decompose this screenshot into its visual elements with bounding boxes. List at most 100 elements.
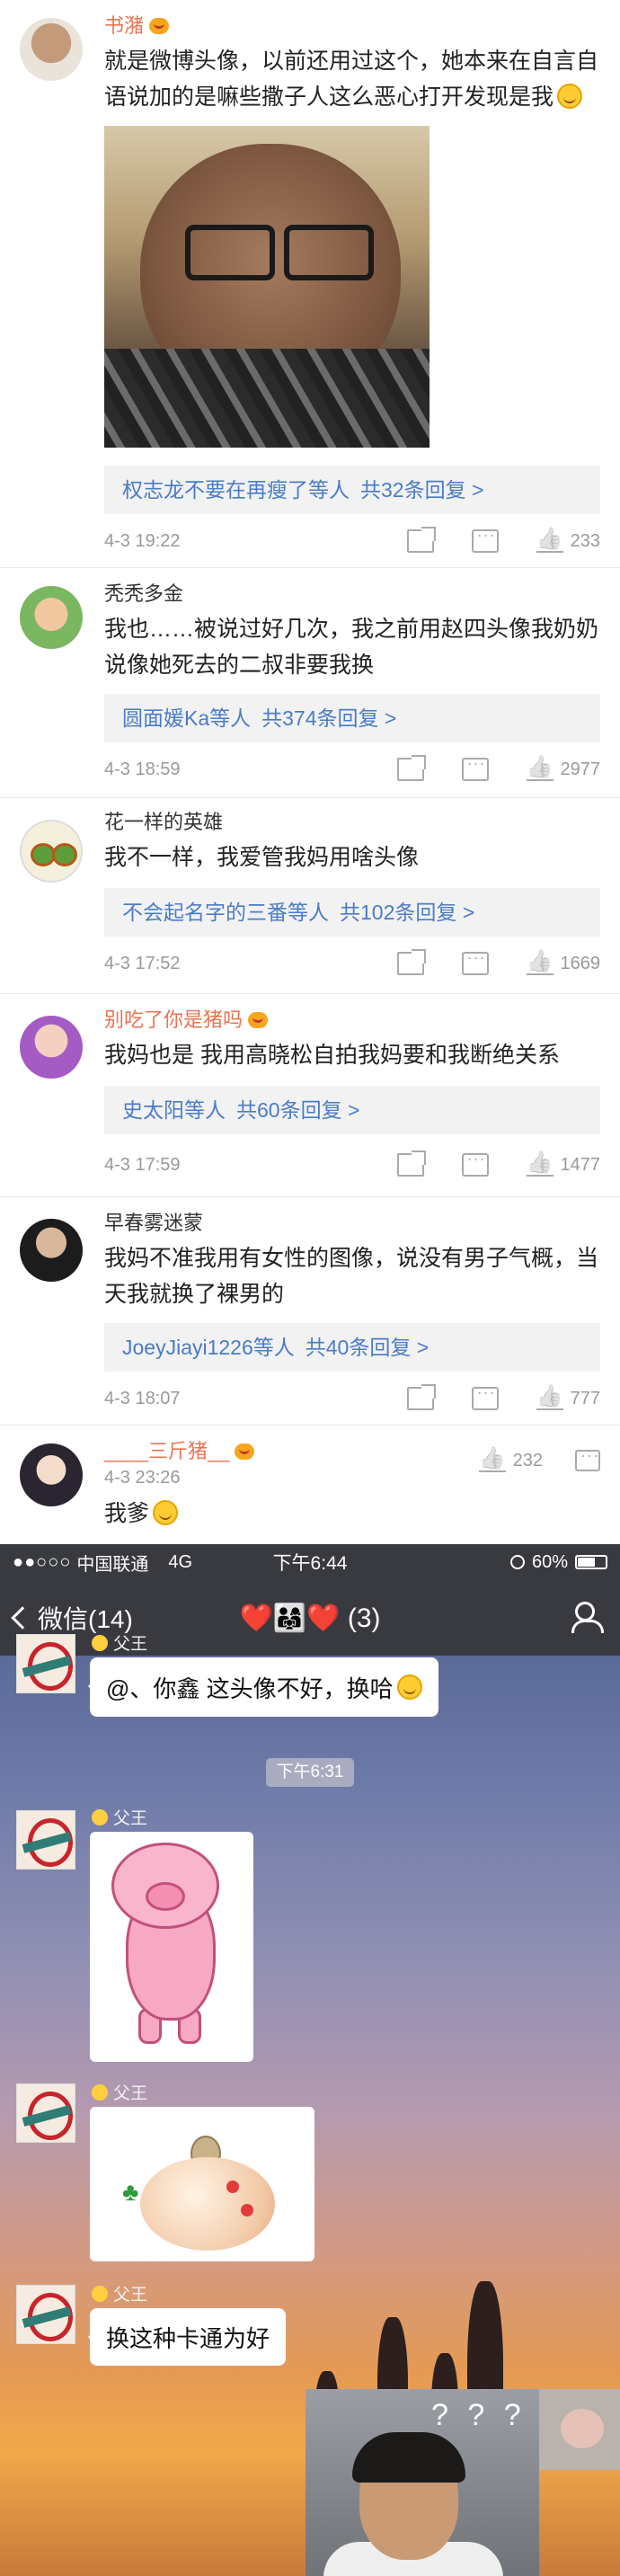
comment-text: 我妈不准我用有女性的图像，说没有男子气概，当天我就换了裸男的 <box>104 1246 599 1307</box>
reply-summary[interactable]: 史太阳等人 共60条回复 > <box>104 1086 600 1134</box>
username-text[interactable]: 花一样的英雄 <box>104 809 223 836</box>
member-count: (3) <box>347 1603 381 1633</box>
message-bubble[interactable]: 换这种卡通为好 <box>87 2308 287 2366</box>
comment-icon[interactable] <box>471 526 499 553</box>
comment-meta: 4-3 17:52 1669 <box>104 946 600 982</box>
avatar[interactable] <box>20 586 83 649</box>
reply-users[interactable]: 权志龙不要在再瘦了等人 <box>122 478 350 502</box>
reply-users[interactable]: JoeyJiayi1226等人 <box>122 1336 295 1359</box>
grin-emoji-icon <box>396 1674 422 1700</box>
comment-time: 4-3 17:52 <box>104 953 181 973</box>
like-icon[interactable] <box>526 1153 554 1177</box>
sender-avatar[interactable] <box>16 1810 75 1870</box>
like-count: 1669 <box>560 953 601 973</box>
like-icon[interactable] <box>526 952 554 975</box>
comment-time: 4-3 17:59 <box>104 1154 181 1175</box>
message-text: @、你鑫 这头像不好，换哈 <box>106 1674 394 1702</box>
message-image-pig[interactable] <box>90 1832 253 2062</box>
meme-hair <box>352 2432 465 2483</box>
comment-icon[interactable] <box>461 754 489 781</box>
comment-meta: 4-3 17:59 1477 <box>104 1147 600 1183</box>
comment-username[interactable]: 书潴 <box>104 13 600 40</box>
username-text[interactable]: 秃秃多金 <box>104 581 183 608</box>
reply-summary[interactable]: 不会起名字的三番等人 共102条回复 > <box>104 888 600 937</box>
comment-photo[interactable] <box>104 126 430 448</box>
bank-dot <box>226 2181 239 2193</box>
sender-name: 父王 <box>92 2281 147 2305</box>
reply-count[interactable]: 共40条回复 > <box>306 1336 429 1359</box>
reply-count[interactable]: 共60条回复 > <box>236 1098 359 1122</box>
piggy-bank-image <box>140 2157 275 2251</box>
share-icon[interactable] <box>396 952 424 975</box>
sender-name: 父王 <box>92 1805 147 1829</box>
message-text: 换这种卡通为好 <box>106 2324 270 2352</box>
reply-summary[interactable]: JoeyJiayi1226等人 共40条回复 > <box>104 1323 600 1372</box>
sender-name: 父王 <box>92 2080 147 2104</box>
share-icon[interactable] <box>406 529 434 553</box>
username-text[interactable]: ____三斤猪__ <box>104 1438 229 1465</box>
reply-summary[interactable]: 圆面媛Ka等人 共374条回复 > <box>104 694 600 742</box>
comment-username[interactable]: 花一样的英雄 <box>104 809 600 836</box>
sender-avatar[interactable] <box>16 2083 75 2143</box>
chevron-left-icon <box>11 1606 34 1630</box>
weibo-comment-feed: 书潴 就是微博头像，以前还用过这个，她本来在自言自语说加的是嘛些撒子人这么恶心打… <box>0 0 620 1544</box>
pig-cartoon-image <box>90 1832 253 2062</box>
username-text[interactable]: 书潴 <box>104 13 144 40</box>
smile-emoji-icon <box>153 1500 179 1525</box>
bank-dot <box>241 2204 253 2216</box>
reply-users[interactable]: 史太阳等人 <box>122 1098 226 1122</box>
avatar[interactable] <box>20 1016 83 1079</box>
reply-count[interactable]: 共32条回复 > <box>360 478 483 502</box>
glasses-left <box>185 225 275 280</box>
reply-count[interactable]: 共374条回复 > <box>261 706 396 730</box>
comment-username[interactable]: 别吃了你是猪吗 <box>104 1007 600 1034</box>
rotation-lock-icon <box>509 1555 525 1569</box>
like-icon[interactable] <box>536 529 563 553</box>
sender-name: 父王 <box>92 1630 147 1655</box>
reply-users[interactable]: 圆面媛Ka等人 <box>122 706 251 730</box>
like-count: 232 <box>512 1450 543 1470</box>
avatar[interactable] <box>20 1219 83 1282</box>
message-bubble[interactable]: @、你鑫 这头像不好，换哈 <box>88 1657 438 1717</box>
like-icon[interactable] <box>526 758 554 781</box>
share-icon[interactable] <box>396 758 424 781</box>
comment-username[interactable]: 秃秃多金 <box>104 581 600 608</box>
username-text[interactable]: 早春雾迷蒙 <box>104 1210 203 1237</box>
message-image-piggybank[interactable]: ♣ <box>90 2107 314 2261</box>
comment-icon[interactable] <box>471 1383 499 1410</box>
like-icon[interactable] <box>536 1387 563 1410</box>
share-icon[interactable] <box>396 1153 424 1177</box>
avatar[interactable] <box>20 1443 83 1506</box>
smile-emoji-icon <box>92 1634 108 1651</box>
username-text[interactable]: 别吃了你是猪吗 <box>104 1007 243 1034</box>
comment-icon[interactable] <box>575 1446 600 1471</box>
comment-item: 早春雾迷蒙 我妈不准我用有女性的图像，说没有男子气概，当天我就换了裸男的 Joe… <box>0 1197 620 1426</box>
reply-count[interactable]: 共102条回复 > <box>340 901 474 924</box>
signal-strength: ●●○○○ <box>13 1551 72 1572</box>
like-count: 777 <box>570 1388 600 1408</box>
comment-meta: 4-3 18:59 2977 <box>104 751 600 787</box>
sender-name-text: 父王 <box>113 2286 148 2305</box>
comment-username[interactable]: 早春雾迷蒙 <box>104 1210 600 1237</box>
network-type: 4G <box>168 1551 193 1572</box>
sender-avatar[interactable] <box>16 2285 75 2344</box>
vip-badge-icon <box>149 18 170 34</box>
like-icon[interactable] <box>478 1449 506 1472</box>
share-icon[interactable] <box>406 1387 434 1410</box>
comment-text-content: 就是微博头像，以前还用过这个，她本来在自言自语说加的是嘛些撒子人这么恶心打开发现… <box>104 49 599 110</box>
comment-time: 4-3 18:07 <box>104 1388 181 1408</box>
avatar[interactable] <box>20 18 83 81</box>
reply-summary[interactable]: 权志龙不要在再瘦了等人 共32条回复 > <box>104 466 600 514</box>
meme-question-marks: ? ? ? <box>431 2398 527 2432</box>
comment-icon[interactable] <box>461 1150 489 1177</box>
comment-text: 我爹 <box>104 1496 600 1532</box>
avatar[interactable] <box>20 820 83 883</box>
meme-reaction-image: ? ? ? <box>306 2389 539 2576</box>
comment-time: 4-3 18:59 <box>104 759 181 779</box>
chat-info-people-icon[interactable] <box>571 1602 604 1633</box>
reply-users[interactable]: 不会起名字的三番等人 <box>122 901 329 924</box>
smile-emoji-icon <box>92 2083 108 2101</box>
comment-icon[interactable] <box>461 948 489 975</box>
sender-avatar[interactable] <box>16 1634 75 1693</box>
comment-item: ____三斤猪__ 4-3 23:26 我爹 232 <box>0 1426 620 1544</box>
